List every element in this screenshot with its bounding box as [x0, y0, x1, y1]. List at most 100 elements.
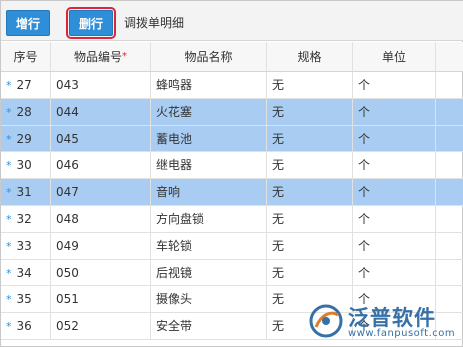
row-filler	[436, 152, 463, 178]
table-row[interactable]: * 28 044 火花塞无个	[1, 98, 463, 126]
row-index: 34	[16, 265, 32, 280]
row-index-cell: * 32	[1, 205, 51, 232]
header-index[interactable]: 序号	[1, 42, 51, 71]
header-name[interactable]: 物品名称	[151, 42, 267, 71]
row-index: 33	[16, 238, 32, 253]
row-filler	[436, 179, 463, 205]
row-marker: *	[6, 159, 12, 173]
item-unit-cell[interactable]: 个	[353, 72, 436, 98]
item-code-cell[interactable]: 048	[51, 205, 151, 232]
row-marker: *	[6, 239, 12, 253]
item-spec-cell[interactable]: 无	[267, 98, 353, 125]
table-header: 序号 物品编号* 物品名称 规格 单位	[1, 42, 463, 72]
item-unit-cell[interactable]: 个	[353, 179, 436, 205]
item-code-cell[interactable]: 050	[51, 259, 151, 286]
toolbar: 增行 删行 调拨单明细	[1, 1, 463, 41]
row-marker: *	[6, 320, 12, 334]
item-unit-cell[interactable]: 个	[353, 259, 436, 286]
item-spec-cell[interactable]: 无	[267, 152, 353, 179]
row-marker: *	[6, 266, 12, 280]
row-marker: *	[6, 186, 12, 200]
item-unit-cell[interactable]: 个	[353, 125, 436, 152]
header-filler	[436, 42, 463, 71]
row-index-cell: * 29	[1, 125, 51, 152]
table-row[interactable]: * 34 050 后视镜无个	[1, 259, 463, 287]
row-index: 36	[16, 319, 32, 334]
item-name-cell[interactable]: 火花塞	[151, 98, 267, 125]
row-marker: *	[6, 293, 12, 307]
item-unit-cell[interactable]: 个	[353, 232, 436, 259]
header-code-label: 物品编号	[73, 50, 122, 64]
row-index-cell: * 34	[1, 259, 51, 286]
brand-url: www.fanpusoft.com	[348, 328, 456, 339]
detail-table: 序号 物品编号* 物品名称 规格 单位 * 27 043 蜂鸣器无个 * 28 044 火花塞…	[1, 42, 463, 340]
row-filler	[436, 206, 463, 232]
item-spec-cell[interactable]: 无	[267, 205, 353, 232]
item-code-cell[interactable]: 044	[51, 98, 151, 125]
brand-watermark: 泛普软件 www.fanpusoft.com	[306, 300, 456, 342]
item-name-cell[interactable]: 车轮锁	[151, 232, 267, 259]
table-row[interactable]: * 33 049 车轮锁无个	[1, 232, 463, 260]
row-index: 32	[16, 211, 32, 226]
item-name-cell[interactable]: 方向盘锁	[151, 205, 267, 232]
delete-row-button[interactable]: 删行	[66, 7, 116, 39]
row-marker: *	[6, 79, 12, 92]
row-index-cell: * 31	[1, 179, 51, 205]
required-marker: *	[122, 51, 127, 62]
item-code-cell[interactable]: 052	[51, 313, 151, 339]
row-filler	[436, 260, 463, 286]
add-row-button[interactable]: 增行	[6, 10, 50, 36]
row-index-cell: * 36	[1, 313, 51, 339]
row-marker: *	[6, 132, 12, 146]
table-row[interactable]: * 31 047 音响无个	[1, 179, 463, 206]
header-code[interactable]: 物品编号*	[51, 42, 151, 71]
row-index-cell: * 27	[1, 72, 51, 98]
row-marker: *	[6, 212, 12, 226]
item-spec-cell[interactable]: 无	[267, 259, 353, 286]
item-code-cell[interactable]: 047	[51, 179, 151, 205]
item-unit-cell[interactable]: 个	[353, 205, 436, 232]
item-name-cell[interactable]: 安全带	[151, 313, 267, 339]
table-row[interactable]: * 30 046 继电器无个	[1, 152, 463, 180]
detail-panel: 增行 删行 调拨单明细 序号 物品编号* 物品名称 规格 单位 * 27 043 蜂鸣…	[0, 0, 463, 347]
brand-logo-icon	[309, 304, 343, 338]
item-spec-cell[interactable]: 无	[267, 125, 353, 152]
table-row[interactable]: * 29 045 蓄电池无个	[1, 125, 463, 153]
row-index: 27	[16, 78, 32, 92]
item-spec-cell[interactable]: 无	[267, 179, 353, 205]
row-index: 30	[16, 158, 32, 173]
section-title: 调拨单明细	[124, 16, 185, 30]
item-code-cell[interactable]: 045	[51, 125, 151, 152]
row-index: 28	[16, 104, 32, 119]
row-index: 29	[16, 131, 32, 146]
item-name-cell[interactable]: 后视镜	[151, 259, 267, 286]
item-name-cell[interactable]: 继电器	[151, 152, 267, 179]
item-spec-cell[interactable]: 无	[267, 72, 353, 98]
item-code-cell[interactable]: 043	[51, 72, 151, 98]
item-code-cell[interactable]: 046	[51, 152, 151, 179]
item-unit-cell[interactable]: 个	[353, 152, 436, 179]
item-spec-cell[interactable]: 无	[267, 232, 353, 259]
row-index-cell: * 35	[1, 286, 51, 313]
item-name-cell[interactable]: 摄像头	[151, 286, 267, 313]
row-index-cell: * 28	[1, 98, 51, 125]
header-unit[interactable]: 单位	[353, 42, 436, 71]
item-name-cell[interactable]: 蜂鸣器	[151, 72, 267, 98]
row-index-cell: * 33	[1, 232, 51, 259]
row-marker: *	[6, 105, 12, 119]
row-filler	[436, 99, 463, 125]
item-unit-cell[interactable]: 个	[353, 98, 436, 125]
row-index-cell: * 30	[1, 152, 51, 179]
item-code-cell[interactable]: 051	[51, 286, 151, 313]
table-row[interactable]: * 27 043 蜂鸣器无个	[1, 72, 463, 99]
item-name-cell[interactable]: 蓄电池	[151, 125, 267, 152]
row-filler	[436, 233, 463, 259]
row-index: 31	[16, 185, 32, 200]
row-index: 35	[16, 292, 32, 307]
row-filler	[436, 126, 463, 152]
item-code-cell[interactable]: 049	[51, 232, 151, 259]
row-filler	[436, 72, 463, 98]
item-name-cell[interactable]: 音响	[151, 179, 267, 205]
header-spec[interactable]: 规格	[267, 42, 353, 71]
table-row[interactable]: * 32 048 方向盘锁无个	[1, 205, 463, 233]
